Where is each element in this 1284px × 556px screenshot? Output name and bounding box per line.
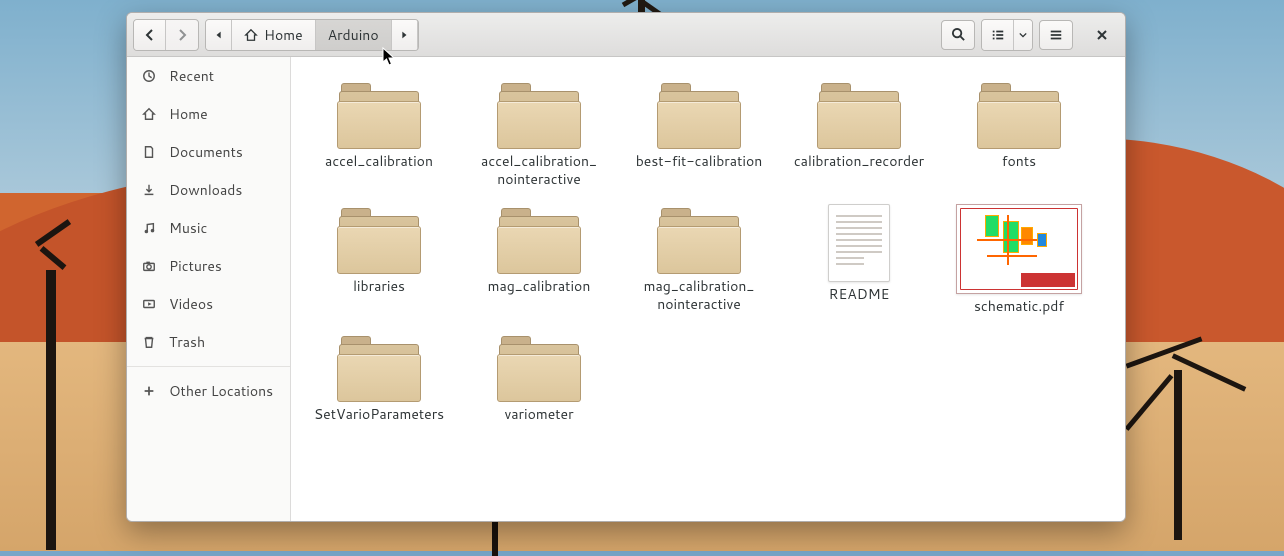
sidebar-item-label: Home [169, 104, 208, 124]
file-item-label: libraries [353, 278, 405, 296]
file-item[interactable]: mag_calibration_nointeractive [619, 200, 779, 316]
close-window-button[interactable] [1085, 20, 1119, 50]
file-item[interactable]: mag_calibration [459, 200, 619, 316]
file-item-label: best-fit-calibration [636, 153, 763, 171]
file-item-label: fonts [1002, 153, 1036, 171]
chevron-left-icon [144, 29, 156, 41]
close-icon [1096, 29, 1108, 41]
path-segment-label: Home [264, 25, 303, 45]
sidebar-separator [127, 366, 290, 367]
folder-icon [657, 204, 741, 274]
search-button[interactable] [941, 20, 975, 50]
sidebar-item-videos[interactable]: Videos [127, 285, 290, 323]
sidebar-item-downloads[interactable]: Downloads [127, 171, 290, 209]
folder-icon [497, 79, 581, 149]
sidebar-item-label: Pictures [169, 256, 222, 276]
places-sidebar: Recent Home Documents Downloads Music Picture… [127, 57, 291, 521]
music-icon [141, 221, 157, 235]
view-controls [981, 19, 1033, 51]
files-window: Home Arduino [126, 12, 1126, 522]
file-item-label: mag_calibration_nointeractive [644, 278, 755, 313]
file-item-label: SetVarioParameters [314, 406, 444, 424]
folder-icon [977, 79, 1061, 149]
file-item[interactable]: README [779, 200, 939, 316]
file-item-label: README [829, 286, 890, 304]
file-item[interactable]: variometer [459, 328, 619, 424]
file-item[interactable]: best-fit-calibration [619, 75, 779, 188]
sidebar-other-locations[interactable]: Other Locations [127, 372, 290, 410]
video-icon [141, 297, 157, 311]
folder-icon [657, 79, 741, 149]
sidebar-item-pictures[interactable]: Pictures [127, 247, 290, 285]
home-icon [141, 107, 157, 121]
hamburger-menu-button[interactable] [1039, 20, 1073, 50]
file-item-label: variometer [504, 406, 573, 424]
view-dropdown-button[interactable] [1014, 20, 1032, 50]
plus-icon [141, 384, 157, 398]
sidebar-item-label: Recent [169, 66, 214, 86]
doc-icon [141, 145, 157, 159]
file-item-label: accel_calibration [325, 153, 433, 171]
sidebar-item-music[interactable]: Music [127, 209, 290, 247]
icon-view[interactable]: accel_calibration accel_calibration_noint… [291, 57, 1125, 521]
hamburger-icon [1049, 28, 1063, 42]
file-item[interactable]: SetVarioParameters [299, 328, 459, 424]
file-item-label: mag_calibration [488, 278, 591, 296]
sidebar-item-label: Other Locations [169, 381, 273, 401]
forward-button[interactable] [166, 20, 198, 50]
file-item-label: calibration_recorder [794, 153, 924, 171]
folder-icon [337, 332, 421, 402]
folder-icon [337, 204, 421, 274]
header-bar: Home Arduino [127, 13, 1125, 57]
file-item[interactable]: fonts [939, 75, 1099, 188]
path-prev-button[interactable] [206, 20, 232, 50]
trash-icon [141, 335, 157, 349]
triangle-right-icon [399, 30, 409, 40]
triangle-left-icon [214, 30, 224, 40]
file-item[interactable]: schematic.pdf [939, 200, 1099, 316]
path-bar: Home Arduino [205, 19, 419, 51]
view-list-button[interactable] [982, 20, 1014, 50]
sidebar-item-documents[interactable]: Documents [127, 133, 290, 171]
camera-icon [141, 259, 157, 273]
file-item-label: accel_calibration_nointeractive [481, 153, 597, 188]
sidebar-item-label: Trash [169, 332, 205, 352]
folder-icon [497, 332, 581, 402]
list-view-icon [991, 28, 1005, 42]
nav-buttons [133, 19, 199, 51]
pdf-thumbnail-icon [956, 204, 1082, 294]
folder-icon [497, 204, 581, 274]
path-segment-label: Arduino [328, 25, 379, 45]
sidebar-item-home[interactable]: Home [127, 95, 290, 133]
sidebar-item-label: Music [169, 218, 207, 238]
path-segment-current[interactable]: Arduino [316, 20, 392, 50]
back-button[interactable] [134, 20, 166, 50]
chevron-down-icon [1019, 31, 1027, 39]
sidebar-item-recent[interactable]: Recent [127, 57, 290, 95]
download-icon [141, 183, 157, 197]
file-item[interactable]: calibration_recorder [779, 75, 939, 188]
clock-icon [141, 69, 157, 83]
folder-icon [817, 79, 901, 149]
folder-icon [337, 79, 421, 149]
file-item[interactable]: accel_calibration [299, 75, 459, 188]
sidebar-item-label: Downloads [169, 180, 242, 200]
file-item[interactable]: libraries [299, 200, 459, 316]
search-icon [951, 27, 966, 42]
path-next-button[interactable] [392, 20, 418, 50]
path-segment-home[interactable]: Home [232, 20, 316, 50]
text-file-icon [828, 204, 890, 282]
file-item[interactable]: accel_calibration_nointeractive [459, 75, 619, 188]
file-item-label: schematic.pdf [974, 298, 1064, 316]
sidebar-item-label: Videos [169, 294, 213, 314]
sidebar-item-trash[interactable]: Trash [127, 323, 290, 361]
sidebar-item-label: Documents [169, 142, 243, 162]
chevron-right-icon [176, 29, 188, 41]
home-icon [244, 28, 258, 42]
